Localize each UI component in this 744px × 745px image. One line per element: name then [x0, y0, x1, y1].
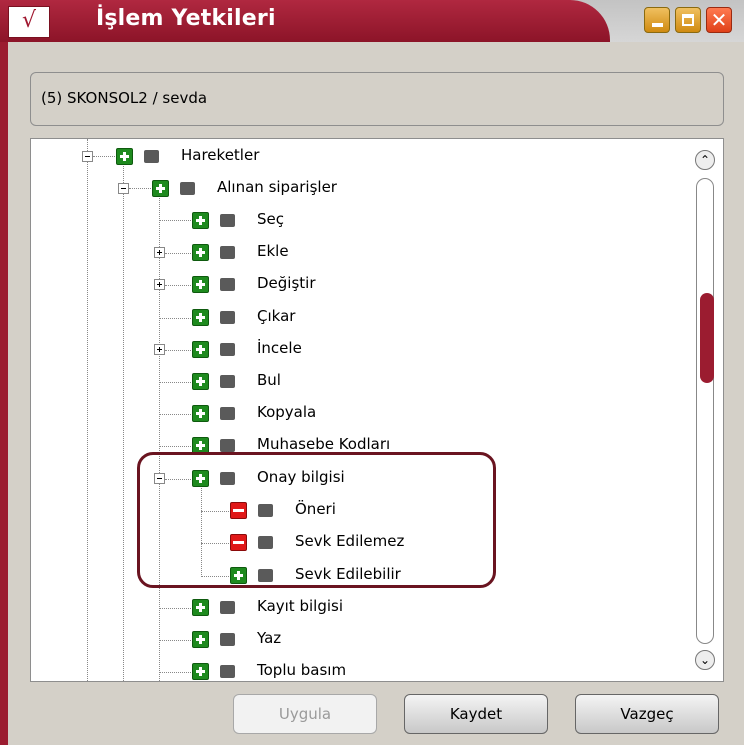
expand-toggle[interactable] — [154, 247, 165, 258]
tree-item-label[interactable]: Seç — [257, 210, 284, 228]
expand-toggle[interactable] — [154, 279, 165, 290]
permission-granted-icon[interactable] — [192, 244, 209, 261]
node-icon — [220, 407, 235, 420]
tree-item-label[interactable]: Kayıt bilgisi — [257, 597, 343, 615]
close-button[interactable]: ✕ — [706, 7, 732, 33]
vertical-scrollbar[interactable]: ⌃ ⌄ — [695, 150, 715, 670]
node-icon — [144, 150, 159, 163]
scroll-up-icon[interactable]: ⌃ — [695, 150, 715, 170]
node-icon — [220, 278, 235, 291]
tree-item-label[interactable]: İncele — [257, 339, 302, 357]
tree-item-label[interactable]: Kopyala — [257, 403, 316, 421]
cancel-button[interactable]: Vazgeç — [575, 694, 719, 734]
tree-line — [165, 253, 191, 254]
tree-line — [165, 350, 191, 351]
node-icon — [220, 601, 235, 614]
title-bar-accent — [0, 0, 610, 42]
tree-item-label[interactable]: Yaz — [257, 629, 281, 647]
tree-line — [159, 640, 191, 641]
permission-granted-icon[interactable] — [192, 599, 209, 616]
tree-item-label[interactable]: Muhasebe Kodları — [257, 435, 390, 453]
tree-line — [123, 193, 124, 681]
tree-item-label[interactable]: Toplu basım — [257, 661, 346, 679]
permission-granted-icon[interactable] — [192, 276, 209, 293]
node-icon — [180, 182, 195, 195]
permission-granted-icon[interactable] — [192, 341, 209, 358]
tree-line — [159, 414, 191, 415]
tree-line — [129, 188, 151, 189]
tree-item-label[interactable]: Alınan siparişler — [217, 178, 337, 196]
collapse-toggle[interactable] — [118, 183, 129, 194]
tree-line — [87, 161, 88, 681]
app-logo-icon: √ — [8, 6, 50, 38]
window-frame — [0, 40, 8, 745]
permission-granted-icon[interactable] — [152, 180, 169, 197]
node-icon — [220, 214, 235, 227]
tree-line — [159, 382, 191, 383]
scroll-down-icon[interactable]: ⌄ — [695, 650, 715, 670]
context-label: (5) SKONSOL2 / sevda — [41, 89, 208, 107]
node-icon — [220, 665, 235, 678]
tree-line — [159, 446, 191, 447]
title-bar[interactable]: √ İşlem Yetkileri ✕ — [0, 0, 744, 42]
window-title: İşlem Yetkileri — [96, 6, 276, 31]
node-icon — [220, 311, 235, 324]
permission-tree[interactable]: Hareketler Alınan siparişler Seç Ekle De… — [30, 138, 724, 682]
maximize-button[interactable] — [675, 7, 701, 33]
scroll-thumb[interactable] — [700, 293, 714, 383]
node-icon — [220, 633, 235, 646]
node-icon — [220, 375, 235, 388]
permission-granted-icon[interactable] — [192, 212, 209, 229]
permission-granted-icon[interactable] — [192, 405, 209, 422]
tree-line — [93, 156, 115, 157]
minimize-button[interactable] — [644, 7, 670, 33]
tree-item-label[interactable]: Bul — [257, 371, 281, 389]
save-button[interactable]: Kaydet — [404, 694, 548, 734]
permission-granted-icon[interactable] — [116, 148, 133, 165]
node-icon — [220, 343, 235, 356]
tree-item-label[interactable]: Değiştir — [257, 274, 316, 292]
minimize-icon — [652, 23, 663, 27]
tree-line — [159, 608, 191, 609]
node-icon — [220, 439, 235, 452]
tree-line — [165, 285, 191, 286]
maximize-icon — [682, 14, 694, 26]
permission-granted-icon[interactable] — [192, 373, 209, 390]
permission-granted-icon[interactable] — [192, 309, 209, 326]
scroll-rail[interactable] — [696, 178, 714, 644]
tree-item-label[interactable]: Hareketler — [181, 146, 259, 164]
apply-button[interactable]: Uygula — [233, 694, 377, 734]
collapse-toggle[interactable] — [82, 151, 93, 162]
tree-line — [159, 318, 191, 319]
highlight-box — [137, 452, 496, 588]
node-icon — [220, 246, 235, 259]
permission-granted-icon[interactable] — [192, 631, 209, 648]
expand-toggle[interactable] — [154, 344, 165, 355]
tree-item-label[interactable]: Çıkar — [257, 307, 295, 325]
tree-line — [159, 672, 191, 673]
permission-granted-icon[interactable] — [192, 663, 209, 680]
tree-item-label[interactable]: Ekle — [257, 242, 289, 260]
context-header: (5) SKONSOL2 / sevda — [30, 72, 724, 126]
close-icon: ✕ — [710, 8, 728, 32]
tree-line — [159, 220, 191, 221]
